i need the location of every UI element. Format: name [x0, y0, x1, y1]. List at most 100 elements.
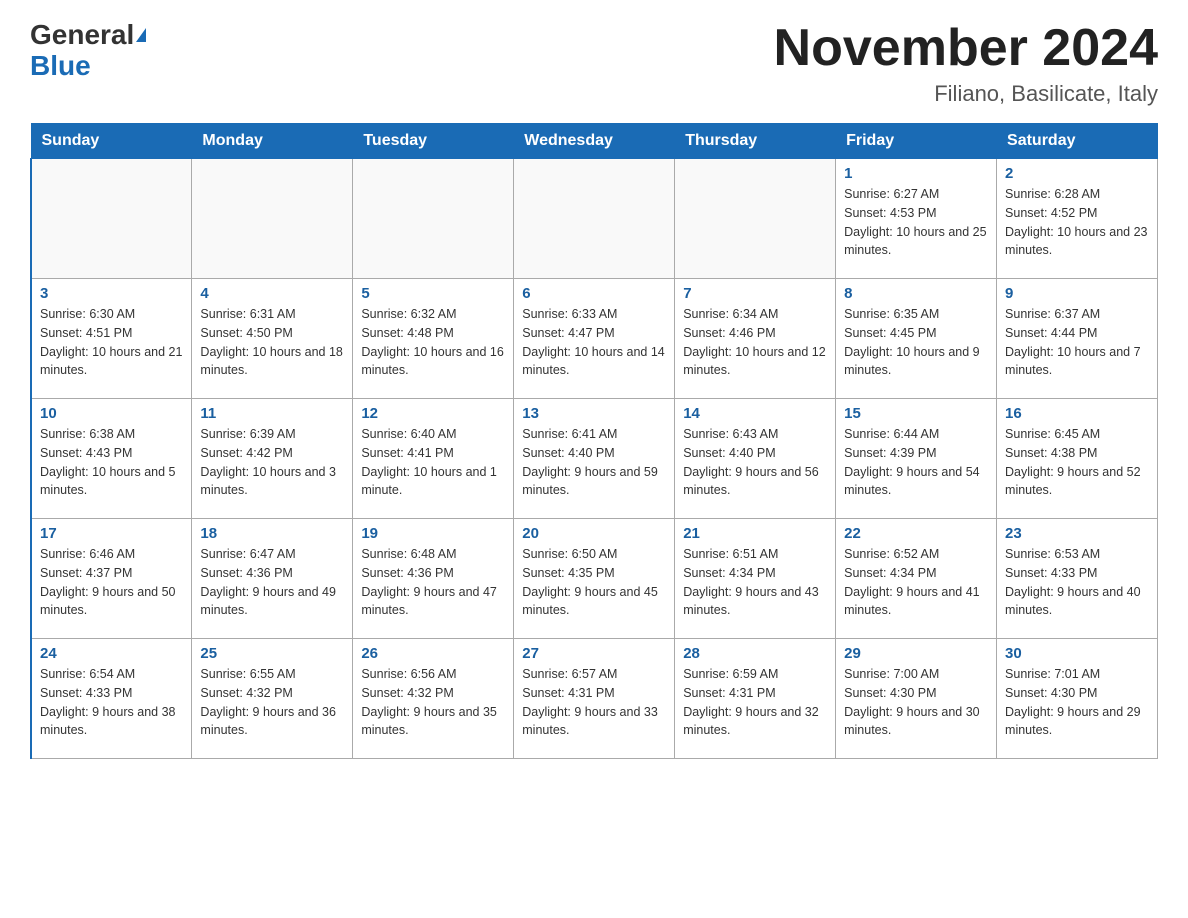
calendar-cell: 13 Sunrise: 6:41 AMSunset: 4:40 PMDayligh… — [514, 399, 675, 519]
day-number: 30 — [1005, 645, 1149, 662]
day-number: 3 — [40, 285, 183, 302]
day-info: Sunrise: 6:27 AMSunset: 4:53 PMDaylight:… — [844, 185, 988, 260]
day-info: Sunrise: 6:59 AMSunset: 4:31 PMDaylight:… — [683, 665, 827, 740]
day-info: Sunrise: 6:30 AMSunset: 4:51 PMDaylight:… — [40, 305, 183, 380]
day-info: Sunrise: 6:45 AMSunset: 4:38 PMDaylight:… — [1005, 425, 1149, 500]
day-info: Sunrise: 6:56 AMSunset: 4:32 PMDaylight:… — [361, 665, 505, 740]
logo-triangle-icon — [136, 28, 146, 42]
weekday-header-wednesday: Wednesday — [514, 124, 675, 159]
calendar-cell: 29 Sunrise: 7:00 AMSunset: 4:30 PMDayligh… — [836, 639, 997, 759]
title-area: November 2024 Filiano, Basilicate, Italy — [774, 20, 1158, 107]
day-number: 2 — [1005, 165, 1149, 182]
day-info: Sunrise: 6:48 AMSunset: 4:36 PMDaylight:… — [361, 545, 505, 620]
day-number: 7 — [683, 285, 827, 302]
day-number: 18 — [200, 525, 344, 542]
day-number: 20 — [522, 525, 666, 542]
calendar-cell: 28 Sunrise: 6:59 AMSunset: 4:31 PMDayligh… — [675, 639, 836, 759]
calendar-cell — [514, 159, 675, 279]
calendar-cell: 9Sunrise: 6:37 AMSunset: 4:44 PMDaylight… — [997, 279, 1158, 399]
calendar-cell — [675, 159, 836, 279]
day-number: 12 — [361, 405, 505, 422]
header: General Blue November 2024 Filiano, Basi… — [30, 20, 1158, 107]
calendar-cell: 3 Sunrise: 6:30 AMSunset: 4:51 PMDaylight… — [31, 279, 192, 399]
month-title: November 2024 — [774, 20, 1158, 77]
logo-blue-text: Blue — [30, 50, 91, 81]
weekday-header-saturday: Saturday — [997, 124, 1158, 159]
day-info: Sunrise: 6:32 AMSunset: 4:48 PMDaylight:… — [361, 305, 505, 380]
day-number: 1 — [844, 165, 988, 182]
day-info: Sunrise: 6:35 AMSunset: 4:45 PMDaylight:… — [844, 305, 988, 380]
weekday-header-thursday: Thursday — [675, 124, 836, 159]
calendar-cell: 2 Sunrise: 6:28 AMSunset: 4:52 PMDaylight… — [997, 159, 1158, 279]
calendar-cell: 4 Sunrise: 6:31 AMSunset: 4:50 PMDaylight… — [192, 279, 353, 399]
calendar-cell — [192, 159, 353, 279]
day-info: Sunrise: 7:00 AMSunset: 4:30 PMDaylight:… — [844, 665, 988, 740]
calendar-cell: 17 Sunrise: 6:46 AMSunset: 4:37 PMDayligh… — [31, 519, 192, 639]
day-info: Sunrise: 6:53 AMSunset: 4:33 PMDaylight:… — [1005, 545, 1149, 620]
calendar-cell: 30Sunrise: 7:01 AMSunset: 4:30 PMDayligh… — [997, 639, 1158, 759]
day-info: Sunrise: 6:34 AMSunset: 4:46 PMDaylight:… — [683, 305, 827, 380]
day-number: 19 — [361, 525, 505, 542]
calendar-cell: 24Sunrise: 6:54 AMSunset: 4:33 PMDayligh… — [31, 639, 192, 759]
day-info: Sunrise: 6:47 AMSunset: 4:36 PMDaylight:… — [200, 545, 344, 620]
day-number: 15 — [844, 405, 988, 422]
calendar-week-row: 24Sunrise: 6:54 AMSunset: 4:33 PMDayligh… — [31, 639, 1158, 759]
day-info: Sunrise: 6:31 AMSunset: 4:50 PMDaylight:… — [200, 305, 344, 380]
day-info: Sunrise: 6:52 AMSunset: 4:34 PMDaylight:… — [844, 545, 988, 620]
day-info: Sunrise: 6:44 AMSunset: 4:39 PMDaylight:… — [844, 425, 988, 500]
day-number: 16 — [1005, 405, 1149, 422]
day-number: 28 — [683, 645, 827, 662]
weekday-header-friday: Friday — [836, 124, 997, 159]
day-info: Sunrise: 6:41 AMSunset: 4:40 PMDaylight:… — [522, 425, 666, 500]
day-number: 27 — [522, 645, 666, 662]
calendar-cell: 7 Sunrise: 6:34 AMSunset: 4:46 PMDaylight… — [675, 279, 836, 399]
day-number: 4 — [200, 285, 344, 302]
calendar-cell: 21 Sunrise: 6:51 AMSunset: 4:34 PMDayligh… — [675, 519, 836, 639]
day-info: Sunrise: 6:57 AMSunset: 4:31 PMDaylight:… — [522, 665, 666, 740]
day-info: Sunrise: 6:33 AMSunset: 4:47 PMDaylight:… — [522, 305, 666, 380]
weekday-header-sunday: Sunday — [31, 124, 192, 159]
weekday-header-row: SundayMondayTuesdayWednesdayThursdayFrid… — [31, 124, 1158, 159]
calendar-table: SundayMondayTuesdayWednesdayThursdayFrid… — [30, 123, 1158, 759]
calendar-cell: 11 Sunrise: 6:39 AMSunset: 4:42 PMDayligh… — [192, 399, 353, 519]
day-number: 9 — [1005, 285, 1149, 302]
calendar-week-row: 1 Sunrise: 6:27 AMSunset: 4:53 PMDaylight… — [31, 159, 1158, 279]
day-number: 5 — [361, 285, 505, 302]
calendar-cell: 18 Sunrise: 6:47 AMSunset: 4:36 PMDayligh… — [192, 519, 353, 639]
day-info: Sunrise: 6:38 AMSunset: 4:43 PMDaylight:… — [40, 425, 183, 500]
calendar-week-row: 3 Sunrise: 6:30 AMSunset: 4:51 PMDaylight… — [31, 279, 1158, 399]
day-number: 14 — [683, 405, 827, 422]
day-info: Sunrise: 6:54 AMSunset: 4:33 PMDaylight:… — [40, 665, 183, 740]
day-info: Sunrise: 6:50 AMSunset: 4:35 PMDaylight:… — [522, 545, 666, 620]
calendar-cell: 5 Sunrise: 6:32 AMSunset: 4:48 PMDaylight… — [353, 279, 514, 399]
day-number: 10 — [40, 405, 183, 422]
day-number: 17 — [40, 525, 183, 542]
day-number: 13 — [522, 405, 666, 422]
calendar-cell: 6 Sunrise: 6:33 AMSunset: 4:47 PMDaylight… — [514, 279, 675, 399]
logo-general-text: General — [30, 20, 134, 51]
calendar-cell: 23 Sunrise: 6:53 AMSunset: 4:33 PMDayligh… — [997, 519, 1158, 639]
day-info: Sunrise: 6:46 AMSunset: 4:37 PMDaylight:… — [40, 545, 183, 620]
day-number: 11 — [200, 405, 344, 422]
weekday-header-monday: Monday — [192, 124, 353, 159]
day-number: 21 — [683, 525, 827, 542]
day-info: Sunrise: 6:51 AMSunset: 4:34 PMDaylight:… — [683, 545, 827, 620]
day-info: Sunrise: 6:40 AMSunset: 4:41 PMDaylight:… — [361, 425, 505, 500]
calendar-cell: 25Sunrise: 6:55 AMSunset: 4:32 PMDayligh… — [192, 639, 353, 759]
day-info: Sunrise: 6:28 AMSunset: 4:52 PMDaylight:… — [1005, 185, 1149, 260]
calendar-cell: 16 Sunrise: 6:45 AMSunset: 4:38 PMDayligh… — [997, 399, 1158, 519]
calendar-cell: 19 Sunrise: 6:48 AMSunset: 4:36 PMDayligh… — [353, 519, 514, 639]
calendar-cell: 14Sunrise: 6:43 AMSunset: 4:40 PMDayligh… — [675, 399, 836, 519]
day-number: 22 — [844, 525, 988, 542]
day-number: 29 — [844, 645, 988, 662]
calendar-week-row: 10 Sunrise: 6:38 AMSunset: 4:43 PMDayligh… — [31, 399, 1158, 519]
calendar-cell: 10 Sunrise: 6:38 AMSunset: 4:43 PMDayligh… — [31, 399, 192, 519]
logo: General Blue — [30, 20, 146, 82]
calendar-cell — [31, 159, 192, 279]
day-info: Sunrise: 6:39 AMSunset: 4:42 PMDaylight:… — [200, 425, 344, 500]
calendar-cell: 12 Sunrise: 6:40 AMSunset: 4:41 PMDayligh… — [353, 399, 514, 519]
day-number: 6 — [522, 285, 666, 302]
calendar-cell: 8Sunrise: 6:35 AMSunset: 4:45 PMDaylight… — [836, 279, 997, 399]
day-number: 23 — [1005, 525, 1149, 542]
calendar-cell: 1 Sunrise: 6:27 AMSunset: 4:53 PMDaylight… — [836, 159, 997, 279]
